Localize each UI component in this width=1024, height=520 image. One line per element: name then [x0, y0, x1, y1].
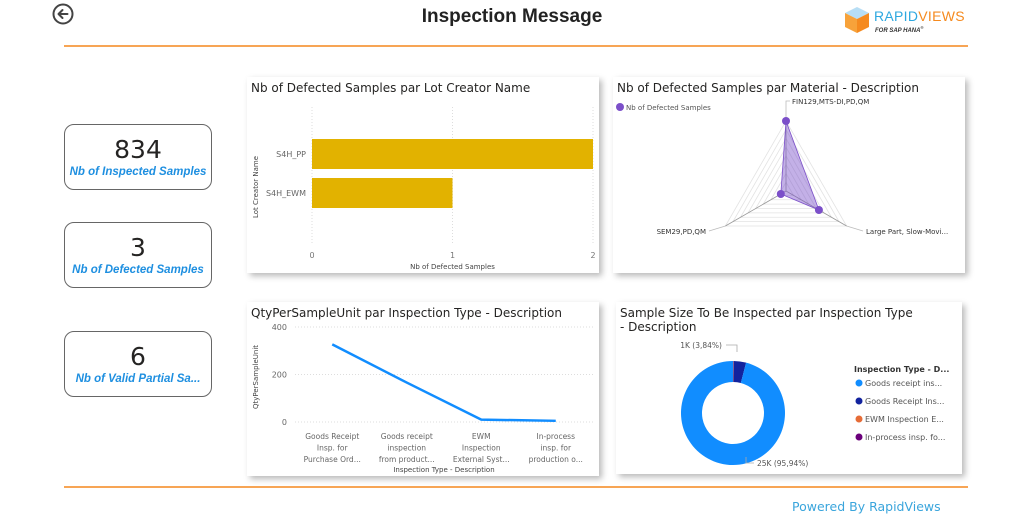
x-tick-label: 1 — [450, 251, 455, 260]
y-tick-label: S4H_EWM — [266, 189, 306, 198]
donut-data-label: 1K (3,84%) — [680, 341, 722, 350]
y-tick-label: 0 — [282, 418, 287, 427]
legend-marker — [855, 397, 863, 405]
line-series — [331, 343, 556, 423]
donut-chart: 1K (3,84%) 25K (95,94%) Inspection Type - … — [680, 341, 949, 468]
x-tick-label: inspection — [387, 444, 426, 453]
radar-point — [814, 206, 823, 214]
label-leader — [726, 344, 738, 352]
x-tick-label: Purchase Ord... — [304, 455, 361, 464]
rapidviews-logo: RAPIDVIEWS FOR SAP HANA® — [843, 5, 965, 37]
x-axis-title: Inspection Type - Description — [393, 466, 494, 474]
radar-point — [782, 117, 790, 125]
kpi-card-inspected-samples[interactable]: 834 Nb of Inspected Samples — [64, 124, 212, 190]
x-tick-label: production o... — [529, 455, 583, 464]
legend-label: In-process insp. fo... — [865, 433, 945, 442]
y-axis-title: Lot Creator Name — [252, 156, 260, 218]
line-chart-card[interactable]: QtyPerSampleUnit par Inspection Type - D… — [247, 302, 599, 476]
x-tick-label: External Syst... — [453, 455, 510, 464]
x-tick-label: Insp. for — [317, 444, 349, 453]
donut-data-label: 25K (95,94%) — [757, 459, 808, 468]
x-tick-label: Goods receipt — [381, 432, 433, 441]
header-divider — [64, 45, 968, 47]
kpi-value: 6 — [130, 342, 146, 371]
x-tick-label: Goods Receipt — [305, 432, 359, 441]
line-chart: 0 200 400 Goods Receipt Insp. for Purchase Or… — [252, 323, 593, 474]
y-tick-label: 200 — [272, 371, 287, 380]
x-axis-title: Nb of Defected Samples — [410, 263, 495, 271]
x-tick-label: from product... — [379, 455, 435, 464]
kpi-card-valid-partial-samples[interactable]: 6 Nb of Valid Partial Sa... — [64, 331, 212, 397]
radar-category-label: Large Part, Slow-Movi... — [866, 228, 948, 236]
logo-text-rapid: RAPID — [874, 8, 919, 24]
x-tick-label: EWM — [472, 432, 491, 441]
radar-area — [780, 120, 820, 211]
x-tick-label: 2 — [590, 251, 595, 260]
x-tick-label: In-process — [537, 432, 576, 441]
legend-label: Goods Receipt Ins... — [865, 397, 944, 406]
kpi-value: 834 — [114, 135, 162, 164]
donut-chart-card[interactable]: Sample Size To Be Inspected par Inspecti… — [616, 302, 962, 474]
label-leader — [846, 225, 864, 232]
legend-marker — [616, 103, 624, 111]
logo-text-views: VIEWS — [918, 8, 965, 24]
x-tick-label: 0 — [309, 251, 314, 260]
radar-chart: Nb of Defected Samples FIN129,MTS-DI,PD,Q… — [616, 98, 948, 236]
x-tick-label: insp. for — [540, 444, 572, 453]
bar — [312, 139, 593, 169]
donut-slice — [681, 361, 785, 465]
bar-chart-card[interactable]: Nb of Defected Samples par Lot Creator N… — [247, 77, 599, 273]
y-tick-label: 400 — [272, 323, 287, 332]
kpi-label: Nb of Inspected Samples — [69, 166, 207, 178]
radar-category-label: SEM29,PD,QM — [657, 228, 706, 236]
footer-powered-by: Powered By RapidViews — [792, 499, 941, 514]
legend-marker — [855, 379, 863, 387]
logo-registered: ® — [920, 25, 924, 30]
footer-divider — [64, 486, 968, 488]
kpi-label: Nb of Defected Samples — [72, 264, 204, 276]
radar-chart-card[interactable]: Nb of Defected Samples par Material - De… — [613, 77, 965, 273]
x-tick-label: Inspection — [462, 444, 501, 453]
logo-subtitle: FOR SAP HANA — [875, 28, 921, 34]
legend-label: Goods receipt ins... — [865, 379, 942, 388]
legend-label: EWM Inspection E... — [865, 415, 944, 424]
y-axis-title: QtyPerSampleUnit — [252, 345, 260, 409]
legend-title: Inspection Type - D... — [854, 365, 949, 374]
label-leader — [708, 225, 726, 232]
bar-chart: 0 1 2 S4H_PP S4H_EWM Nb of Defected Samples Lo… — [252, 107, 596, 271]
kpi-value: 3 — [130, 233, 146, 262]
kpi-label: Nb of Valid Partial Sa... — [75, 373, 201, 385]
y-tick-label: S4H_PP — [276, 150, 306, 159]
cube-logo-icon — [845, 7, 869, 33]
legend-label: Nb of Defected Samples — [626, 104, 711, 112]
kpi-card-defected-samples[interactable]: 3 Nb of Defected Samples — [64, 222, 212, 288]
radar-point — [776, 190, 785, 198]
legend-marker — [855, 433, 863, 441]
radar-category-label: FIN129,MTS-DI,PD,QM — [792, 98, 869, 106]
legend-marker — [855, 415, 863, 423]
bar — [312, 178, 453, 208]
